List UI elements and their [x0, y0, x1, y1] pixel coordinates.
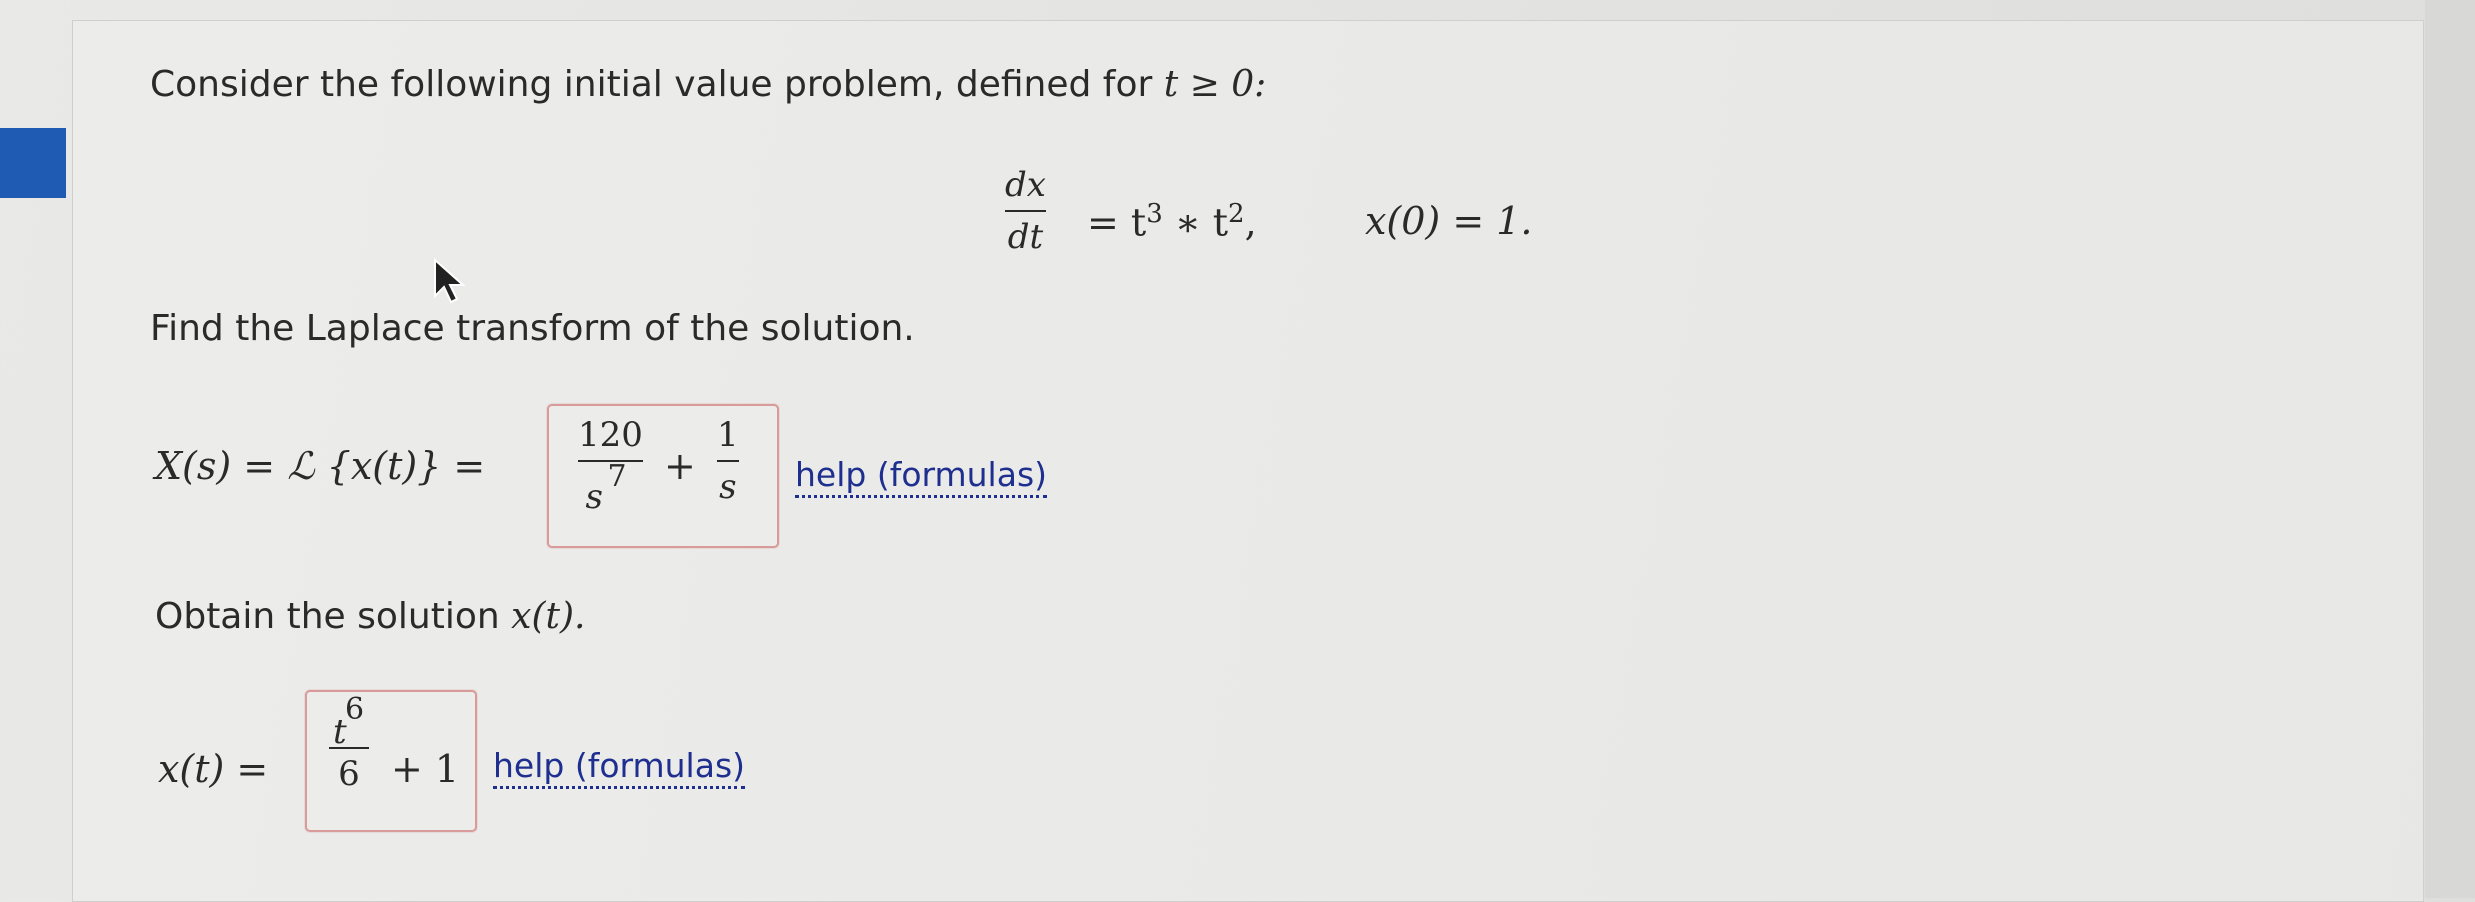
ode-numerator: dx [1005, 165, 1046, 205]
frac1-denominator: s 7 [583, 462, 637, 515]
intro-text: Consider the following initial value pro… [150, 64, 1153, 105]
frac1-den-exp: 7 [607, 459, 627, 494]
ode-denominator: dt [1007, 217, 1044, 257]
ode-exp1: 3 [1146, 199, 1163, 229]
solution-tail: + 1 [391, 747, 460, 791]
laplace-frac2: 1 s [717, 418, 739, 504]
help-formulas-link-2[interactable]: help (formulas) [493, 746, 746, 789]
mouse-pointer-icon [434, 258, 466, 304]
initial-condition: x(0) = 1. [1365, 199, 1533, 243]
part1-prompt: Find the Laplace transform of the soluti… [150, 308, 915, 349]
right-edge-panel [2425, 0, 2475, 898]
intro-condition: t ≥ 0: [1163, 64, 1267, 105]
solution-lhs: x(t) = [158, 747, 269, 791]
ode-exp2: 2 [1228, 199, 1245, 229]
frac2-denominator: s [719, 467, 737, 507]
solution-numerator: t 6 [329, 695, 369, 750]
part2-prompt-text: Obtain the solution [155, 596, 500, 637]
problem-intro: Consider the following initial value pro… [150, 64, 1266, 105]
ode-rhs-suffix: , [1244, 200, 1257, 245]
laplace-plus: + [664, 444, 696, 488]
ode-rhs-prefix: = t [1087, 200, 1147, 245]
frac1-den-base: s [585, 477, 603, 517]
solution-num-exp: 6 [345, 692, 365, 727]
ode-rhs: = t3 ∗ t2, [1087, 199, 1257, 245]
side-tab[interactable] [0, 128, 66, 198]
solution-frac: t 6 6 [329, 695, 369, 794]
laplace-frac1: 120 s 7 [578, 415, 643, 515]
frac1-numerator: 120 [578, 415, 643, 455]
frac2-numerator: 1 [717, 415, 739, 455]
solution-denominator: 6 [338, 754, 360, 794]
laplace-lhs: X(s) = ℒ {x(t)} = [155, 444, 486, 488]
part2-prompt: Obtain the solution x(t). [155, 596, 585, 637]
part2-prompt-math: x(t). [511, 596, 586, 637]
help-formulas-link-1[interactable]: help (formulas) [795, 455, 1048, 498]
ode-derivative: dx dt [1005, 168, 1046, 254]
ode-rhs-mid: ∗ t [1162, 200, 1229, 245]
